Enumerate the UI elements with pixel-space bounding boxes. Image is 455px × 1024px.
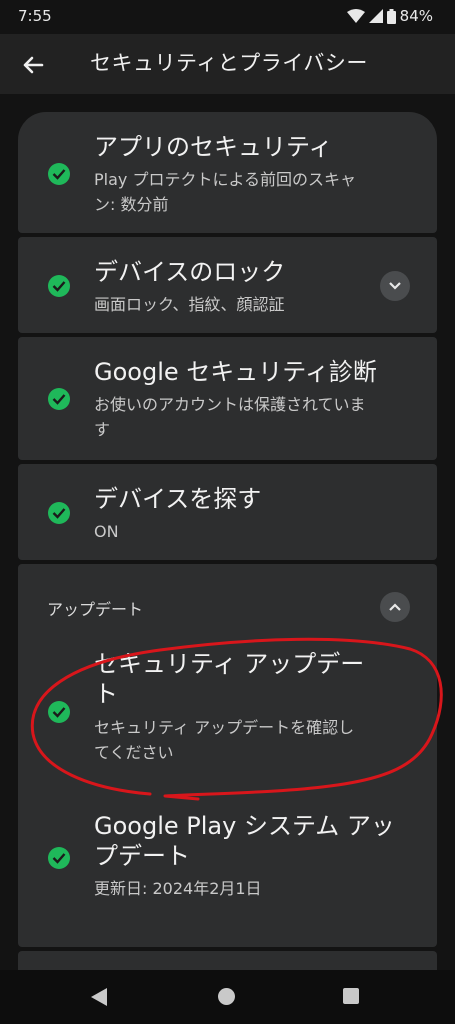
nav-home-icon[interactable] [218,988,235,1005]
settings-list[interactable]: アプリのセキュリティ Play プロテクトによる前回のスキャ ン: 数分前 デバ… [0,94,455,970]
battery-icon [386,8,396,24]
status-icons: 84% [346,7,433,25]
page-title: セキュリティとプライバシー [90,51,368,75]
status-bar: 7:55 84% [0,0,455,34]
wifi-icon [346,9,365,23]
status-time: 7:55 [18,7,52,25]
app-bar: セキュリティとプライバシー [0,34,455,94]
red-annotation-circle [30,637,443,801]
signal-icon [368,9,383,23]
battery-percent: 84% [399,7,433,25]
nav-recents-icon[interactable] [343,988,359,1004]
navigation-bar [0,970,455,1024]
back-button[interactable] [18,50,48,80]
arrow-back-icon [23,56,44,74]
nav-back-icon[interactable] [91,988,107,1006]
